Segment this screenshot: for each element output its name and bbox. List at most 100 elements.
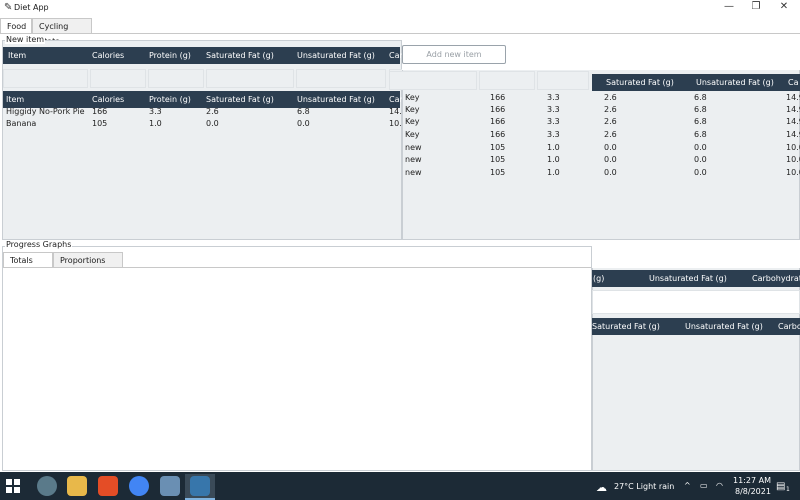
log-cell-sat-fat: 2.6 <box>604 117 617 126</box>
log-cell-calories: 105 <box>490 168 506 177</box>
log-cell-calories: 166 <box>490 130 506 139</box>
table-row[interactable]: Higgidy No-Pork Pie 166 3.3 2.6 6.8 14.9 <box>3 107 407 119</box>
rl1-col-c: Carbohydrate <box>752 274 800 283</box>
brave-browser-icon[interactable] <box>98 476 118 496</box>
clock-time[interactable]: 11:27 AM <box>733 476 771 485</box>
sat-fat-field[interactable] <box>206 69 294 88</box>
app-icon-2[interactable] <box>160 476 180 496</box>
item-name-field[interactable] <box>3 69 88 88</box>
chrome-icon[interactable] <box>129 476 149 496</box>
food-col-sat-fat: Saturated Fat (g) <box>206 95 274 104</box>
log-cell-item: new <box>405 143 422 152</box>
tab-cycling-stats[interactable]: Cycling Stats <box>32 18 92 46</box>
notification-icon[interactable]: ▤ <box>776 481 785 492</box>
minimize-button[interactable]: — <box>715 0 743 15</box>
list-item[interactable]: Key 166 3.3 2.6 6.8 14.9 <box>402 93 800 105</box>
food-col-item: Item <box>6 95 25 104</box>
log-cell-sat-fat: 0.0 <box>604 168 617 177</box>
rl2-col-a: Saturated Fat (g) <box>592 322 660 331</box>
log-cell-protein: 3.3 <box>547 93 560 102</box>
totals-plot-canvas <box>3 268 591 470</box>
log-cell-calories: 105 <box>490 143 506 152</box>
file-explorer-icon[interactable] <box>67 476 87 496</box>
cell-protein: 3.3 <box>149 107 162 116</box>
cloud-icon: ☁ <box>596 481 607 494</box>
col-unsat-fat: Unsaturated Fat (g) <box>297 51 375 60</box>
title-bar: ✎ Diet App — ❐ ✕ <box>0 0 800 15</box>
feather-icon: ✎ <box>4 2 13 13</box>
log-cell-carb: 14.9 <box>786 117 800 126</box>
maximize-button[interactable]: ❐ <box>742 0 770 15</box>
log-cell-unsat-fat: 0.0 <box>694 155 707 164</box>
food-table-header: Item Calories Protein (g) Saturated Fat … <box>3 91 403 108</box>
food-col-unsat-fat: Unsaturated Fat (g) <box>297 95 375 104</box>
protein-field[interactable] <box>148 69 204 88</box>
app-icon[interactable] <box>37 476 57 496</box>
cell-item: Banana <box>6 119 37 128</box>
list-item[interactable]: Key 166 3.3 2.6 6.8 14.9 <box>402 105 800 117</box>
clock-date[interactable]: 8/8/2021 <box>735 487 771 496</box>
log-cell-carb: 14.9 <box>786 93 800 102</box>
log-cell-protein: 3.3 <box>547 105 560 114</box>
python-icon[interactable] <box>190 476 210 496</box>
col-carb: Car <box>389 51 403 60</box>
cell-sat-fat: 2.6 <box>206 107 219 116</box>
log-cell-protein: 1.0 <box>547 155 560 164</box>
cell-sat-fat: 0.0 <box>206 119 219 128</box>
log-cell-item: new <box>405 155 422 164</box>
rl2-col-b: Unsaturated Fat (g) <box>685 322 763 331</box>
close-button[interactable]: ✕ <box>770 0 798 15</box>
log-cell-protein: 3.3 <box>547 117 560 126</box>
food-col-protein: Protein (g) <box>149 95 191 104</box>
log-cell-calories: 166 <box>490 105 506 114</box>
cell-calories: 166 <box>92 107 108 116</box>
log-cell-carb: 10.0 <box>786 143 800 152</box>
battery-icon[interactable]: ▭ <box>700 481 708 490</box>
log-cell-calories: 166 <box>490 117 506 126</box>
table-row[interactable]: Banana 105 1.0 0.0 0.0 10.0 <box>3 119 407 131</box>
list-item[interactable]: new 105 1.0 0.0 0.0 10.0 <box>402 155 800 167</box>
log-cell-protein: 1.0 <box>547 168 560 177</box>
unsat-fat-field[interactable] <box>296 69 386 88</box>
field-7-overlap[interactable] <box>479 71 535 90</box>
log-cell-unsat-fat: 6.8 <box>694 93 707 102</box>
cell-unsat-fat: 6.8 <box>297 107 310 116</box>
field-8-overlap[interactable] <box>537 71 589 90</box>
right-lower-header-2: Saturated Fat (g) Unsaturated Fat (g) Ca… <box>592 318 800 335</box>
log-cell-carb: 14.9 <box>786 130 800 139</box>
wifi-icon[interactable]: ◠ <box>716 481 723 490</box>
list-item[interactable]: new 105 1.0 0.0 0.0 10.0 <box>402 143 800 155</box>
new-item-header: Item Calories Protein (g) Saturated Fat … <box>3 47 403 64</box>
log-cell-carb: 14.9 <box>786 105 800 114</box>
taskbar: ☁ 27°C Light rain ^ ▭ ◠ 11:27 AM 8/8/202… <box>0 472 800 500</box>
food-col-carb: Car <box>389 95 403 104</box>
log-cell-sat-fat: 0.0 <box>604 155 617 164</box>
tab-totals-plot[interactable]: Totals Plot <box>3 252 53 280</box>
windows-start-icon[interactable] <box>6 479 20 493</box>
add-new-item-button[interactable]: Add new item <box>402 45 506 64</box>
log-cell-item: Key <box>405 130 420 139</box>
tab-proportions-plot[interactable]: Proportions Plot <box>53 252 123 280</box>
window-title: Diet App <box>14 3 49 12</box>
list-item[interactable]: new 105 1.0 0.0 0.0 10.0 <box>402 168 800 180</box>
log-cell-sat-fat: 2.6 <box>604 130 617 139</box>
list-item[interactable]: Key 166 3.3 2.6 6.8 14.9 <box>402 117 800 129</box>
log-cell-sat-fat: 0.0 <box>604 143 617 152</box>
log-cell-sat-fat: 2.6 <box>604 93 617 102</box>
weather-text[interactable]: 27°C Light rain <box>614 482 674 491</box>
log-cell-item: Key <box>405 105 420 114</box>
list-item[interactable]: Key 166 3.3 2.6 6.8 14.9 <box>402 130 800 142</box>
tab-food[interactable]: Food <box>0 18 32 33</box>
log-table-header: Saturated Fat (g) Unsaturated Fat (g) Ca <box>592 74 800 91</box>
log-cell-unsat-fat: 6.8 <box>694 105 707 114</box>
new-item-label: New item <box>5 35 46 44</box>
calories-field[interactable] <box>90 69 146 88</box>
cell-protein: 1.0 <box>149 119 162 128</box>
cell-item: Higgidy No-Pork Pie <box>6 107 85 116</box>
log-col-unsat-fat: Unsaturated Fat (g) <box>696 78 774 87</box>
chevron-up-icon[interactable]: ^ <box>684 481 691 490</box>
right-lower-entry[interactable] <box>592 290 800 314</box>
col-item: Item <box>8 51 27 60</box>
rl1-col-b: Unsaturated Fat (g) <box>649 274 727 283</box>
carb-field-overlap[interactable] <box>389 71 477 90</box>
